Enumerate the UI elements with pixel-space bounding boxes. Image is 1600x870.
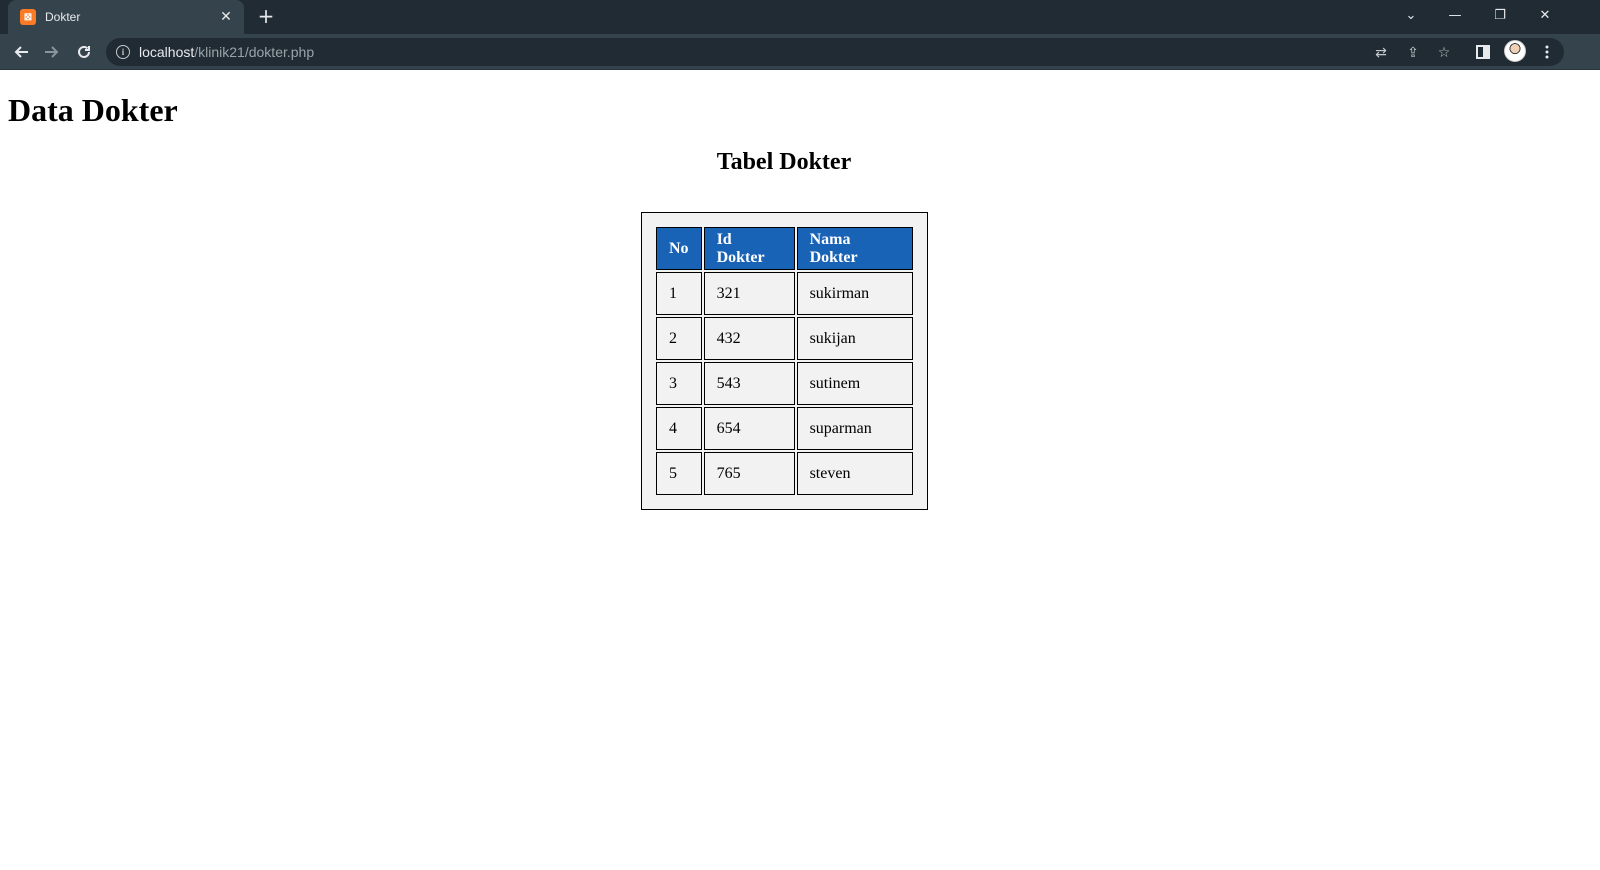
cell-nama-dokter: sutinem bbox=[796, 362, 913, 405]
forward-button[interactable] bbox=[38, 38, 66, 66]
column-header-nama-dokter: Nama Dokter bbox=[796, 227, 913, 270]
cell-no: 4 bbox=[656, 407, 702, 450]
table-title: Tabel Dokter bbox=[716, 149, 852, 175]
close-window-button[interactable]: ✕ bbox=[1522, 0, 1568, 30]
arrow-right-icon bbox=[45, 46, 59, 58]
cell-id-dokter: 654 bbox=[703, 407, 795, 450]
doctor-table-container: No Id Dokter Nama Dokter 1 321 sukirman … bbox=[641, 212, 928, 510]
tab-strip: ⊠ Dokter ✕ + ⌄ — ❐ ✕ bbox=[0, 0, 1600, 34]
url-text: localhost/klinik21/dokter.php bbox=[139, 44, 315, 60]
arrow-left-icon bbox=[14, 46, 28, 58]
table-row: 2 432 sukijan bbox=[656, 317, 913, 360]
cell-id-dokter: 765 bbox=[703, 452, 795, 495]
table-row: 3 543 sutinem bbox=[656, 362, 913, 405]
profile-avatar[interactable] bbox=[1504, 40, 1526, 62]
restore-button[interactable]: ❐ bbox=[1477, 0, 1523, 30]
cell-no: 2 bbox=[656, 317, 702, 360]
tab-search-icon[interactable]: ⌄ bbox=[1388, 0, 1434, 30]
cell-nama-dokter: steven bbox=[796, 452, 913, 495]
table-row: 5 765 steven bbox=[656, 452, 913, 495]
cell-id-dokter: 321 bbox=[703, 272, 795, 315]
side-panel-icon[interactable] bbox=[1474, 43, 1492, 61]
menu-kebab-icon[interactable] bbox=[1538, 43, 1556, 61]
browser-tab[interactable]: ⊠ Dokter ✕ bbox=[8, 0, 244, 34]
cell-nama-dokter: suparman bbox=[796, 407, 913, 450]
cell-nama-dokter: sukijan bbox=[796, 317, 913, 360]
xampp-icon: ⊠ bbox=[20, 9, 36, 25]
site-info-icon[interactable]: i bbox=[116, 45, 130, 59]
cell-no: 1 bbox=[656, 272, 702, 315]
cell-nama-dokter: sukirman bbox=[796, 272, 913, 315]
table-row: 4 654 suparman bbox=[656, 407, 913, 450]
cell-no: 3 bbox=[656, 362, 702, 405]
reload-icon bbox=[78, 45, 90, 58]
tab-title: Dokter bbox=[45, 10, 81, 24]
cell-id-dokter: 543 bbox=[703, 362, 795, 405]
page-content: Data Dokter Tabel Dokter No Id Dokter Na… bbox=[0, 70, 1600, 870]
doctor-table: No Id Dokter Nama Dokter 1 321 sukirman … bbox=[641, 212, 928, 510]
minimize-button[interactable]: — bbox=[1432, 0, 1478, 30]
address-bar[interactable]: i localhost/klinik21/dokter.php ⇄ ⇪ ☆ bbox=[106, 38, 1564, 66]
page-title: Data Dokter bbox=[8, 92, 178, 128]
new-tab-button[interactable]: + bbox=[254, 4, 278, 28]
reload-button[interactable] bbox=[70, 38, 98, 66]
share-icon[interactable]: ⇪ bbox=[1404, 44, 1422, 62]
table-row: 1 321 sukirman bbox=[656, 272, 913, 315]
browser-toolbar: i localhost/klinik21/dokter.php ⇄ ⇪ ☆ bbox=[0, 34, 1600, 70]
cell-id-dokter: 432 bbox=[703, 317, 795, 360]
translate-icon[interactable]: ⇄ bbox=[1372, 44, 1390, 62]
back-button[interactable] bbox=[7, 38, 35, 66]
cell-no: 5 bbox=[656, 452, 702, 495]
close-tab-icon[interactable]: ✕ bbox=[218, 9, 234, 25]
column-header-id-dokter: Id Dokter bbox=[703, 227, 795, 270]
bookmark-star-icon[interactable]: ☆ bbox=[1435, 44, 1453, 62]
table-header-row: No Id Dokter Nama Dokter bbox=[656, 227, 913, 270]
column-header-no: No bbox=[656, 227, 702, 270]
